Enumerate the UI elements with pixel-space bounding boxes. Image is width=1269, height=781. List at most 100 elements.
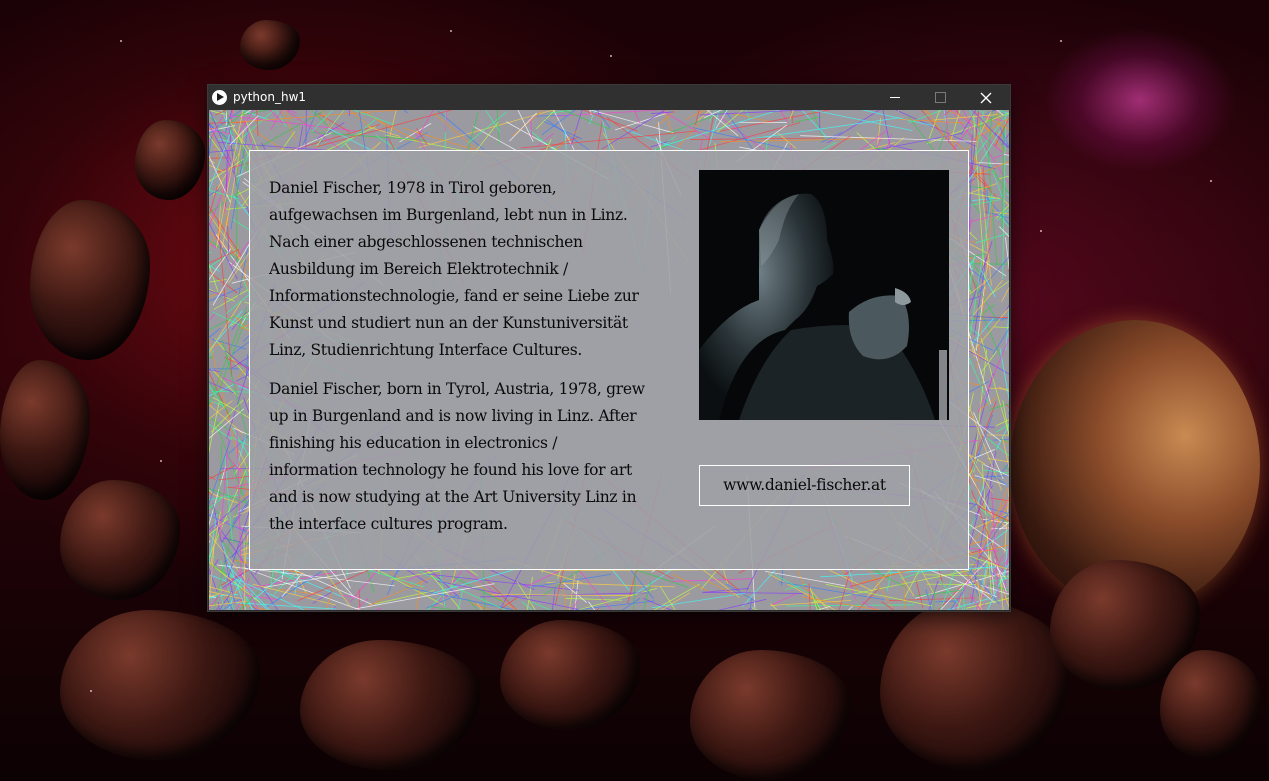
close-button[interactable]: [963, 85, 1009, 110]
bio-line: Informationstechnologie, fand er seine L…: [269, 287, 639, 305]
bio-line: Nach einer abgeschlossenen technischen: [269, 233, 583, 251]
noise-line: [209, 189, 219, 196]
asteroid: [30, 200, 150, 360]
noise-line: [209, 248, 232, 281]
noise-line: [420, 572, 580, 591]
noise-line: [971, 197, 998, 202]
asteroid: [690, 650, 850, 780]
noise-line: [707, 580, 737, 596]
noise-line: [1006, 193, 1009, 197]
asteroid: [300, 640, 480, 770]
sketch-canvas: Daniel Fischer, 1978 in Tirol geboren, au…: [209, 110, 1009, 610]
noise-line: [294, 573, 299, 595]
noise-line: [847, 605, 854, 610]
website-link-button[interactable]: www.daniel-fischer.at: [699, 465, 910, 506]
bio-line: Linz, Studienrichtung Interface Cultures…: [269, 341, 583, 359]
bio-line: finishing his education in electronics /: [269, 434, 558, 452]
noise-line: [771, 593, 797, 606]
noise-line: [873, 608, 876, 610]
noise-line: [987, 434, 1009, 436]
app-window: python_hw1 Daniel Fischer, 1978 in Tirol…: [208, 85, 1010, 611]
noise-line: [810, 110, 913, 132]
noise-line: [551, 588, 556, 610]
noise-line: [816, 605, 831, 610]
noise-line: [974, 607, 976, 610]
noise-line: [643, 598, 673, 610]
star: [160, 460, 162, 462]
noise-line: [1008, 338, 1009, 340]
noise-line: [979, 350, 998, 374]
star: [120, 40, 122, 42]
noise-line: [733, 113, 772, 123]
bio-line: information technology he found his love…: [269, 461, 632, 479]
asteroid: [500, 620, 640, 730]
noise-line: [210, 511, 221, 566]
bio-german: Daniel Fischer, 1978 in Tirol geboren, au…: [269, 175, 669, 364]
title-bar[interactable]: python_hw1: [208, 85, 1010, 110]
bio-line: Daniel Fischer, 1978 in Tirol geboren,: [269, 179, 557, 197]
noise-line: [209, 494, 240, 501]
star: [90, 690, 92, 692]
noise-line: [993, 326, 1009, 329]
noise-line: [209, 312, 216, 321]
noise-line: [792, 116, 822, 123]
noise-line: [485, 110, 501, 132]
maximize-button[interactable]: [917, 85, 963, 110]
noise-line: [751, 607, 758, 610]
noise-line: [209, 252, 212, 253]
noise-line: [368, 572, 442, 607]
play-icon: [212, 90, 227, 105]
noise-line: [882, 110, 891, 148]
bio-line: the interface cultures program.: [269, 515, 508, 533]
noise-line: [881, 601, 895, 610]
noise-line: [235, 110, 254, 138]
noise-line: [988, 387, 1009, 390]
bio-english: Daniel Fischer, born in Tyrol, Austria, …: [269, 376, 669, 538]
asteroid: [1160, 650, 1260, 760]
noise-line: [973, 449, 995, 459]
noise-line: [829, 569, 872, 591]
noise-line: [971, 110, 1009, 148]
noise-line: [517, 110, 534, 142]
bio-panel: Daniel Fischer, 1978 in Tirol geboren, au…: [249, 150, 969, 570]
asteroid: [135, 120, 205, 200]
star: [450, 30, 452, 32]
portrait-photo: [699, 170, 949, 420]
noise-line: [582, 110, 638, 132]
asteroid: [0, 360, 90, 500]
noise-line: [989, 403, 1009, 411]
asteroid: [60, 480, 180, 600]
noise-line: [791, 110, 793, 124]
noise-line: [979, 166, 992, 286]
asteroid: [240, 20, 300, 70]
noise-line: [926, 112, 1009, 144]
noise-line: [973, 263, 1009, 265]
noise-line: [467, 598, 479, 610]
noise-line: [532, 601, 552, 610]
noise-line: [562, 582, 588, 603]
bio-line: up in Burgenland and is now living in Li…: [269, 407, 637, 425]
star: [1210, 180, 1212, 182]
noise-line: [672, 574, 709, 592]
noise-line: [374, 607, 382, 610]
noise-line: [1002, 113, 1007, 280]
noise-line: [999, 175, 1009, 180]
noise-line: [746, 607, 753, 610]
star: [1060, 40, 1062, 42]
noise-line: [996, 424, 1009, 450]
noise-line: [209, 157, 229, 159]
bio-line: Kunst und studiert nun an der Kunstunive…: [269, 314, 628, 332]
minimize-button[interactable]: [872, 85, 918, 110]
minimize-icon: [890, 97, 900, 98]
star: [610, 55, 612, 57]
bio-line: Ausbildung im Bereich Elektrotechnik /: [269, 260, 568, 278]
noise-line: [650, 111, 675, 114]
bio-line: aufgewachsen im Burgenland, lebt nun in …: [269, 206, 628, 224]
noise-line: [218, 475, 253, 481]
noise-line: [496, 110, 500, 145]
noise-line: [659, 586, 676, 610]
asteroid: [60, 610, 260, 760]
noise-line: [546, 582, 675, 588]
noise-line: [861, 601, 877, 610]
noise-line: [215, 607, 219, 610]
